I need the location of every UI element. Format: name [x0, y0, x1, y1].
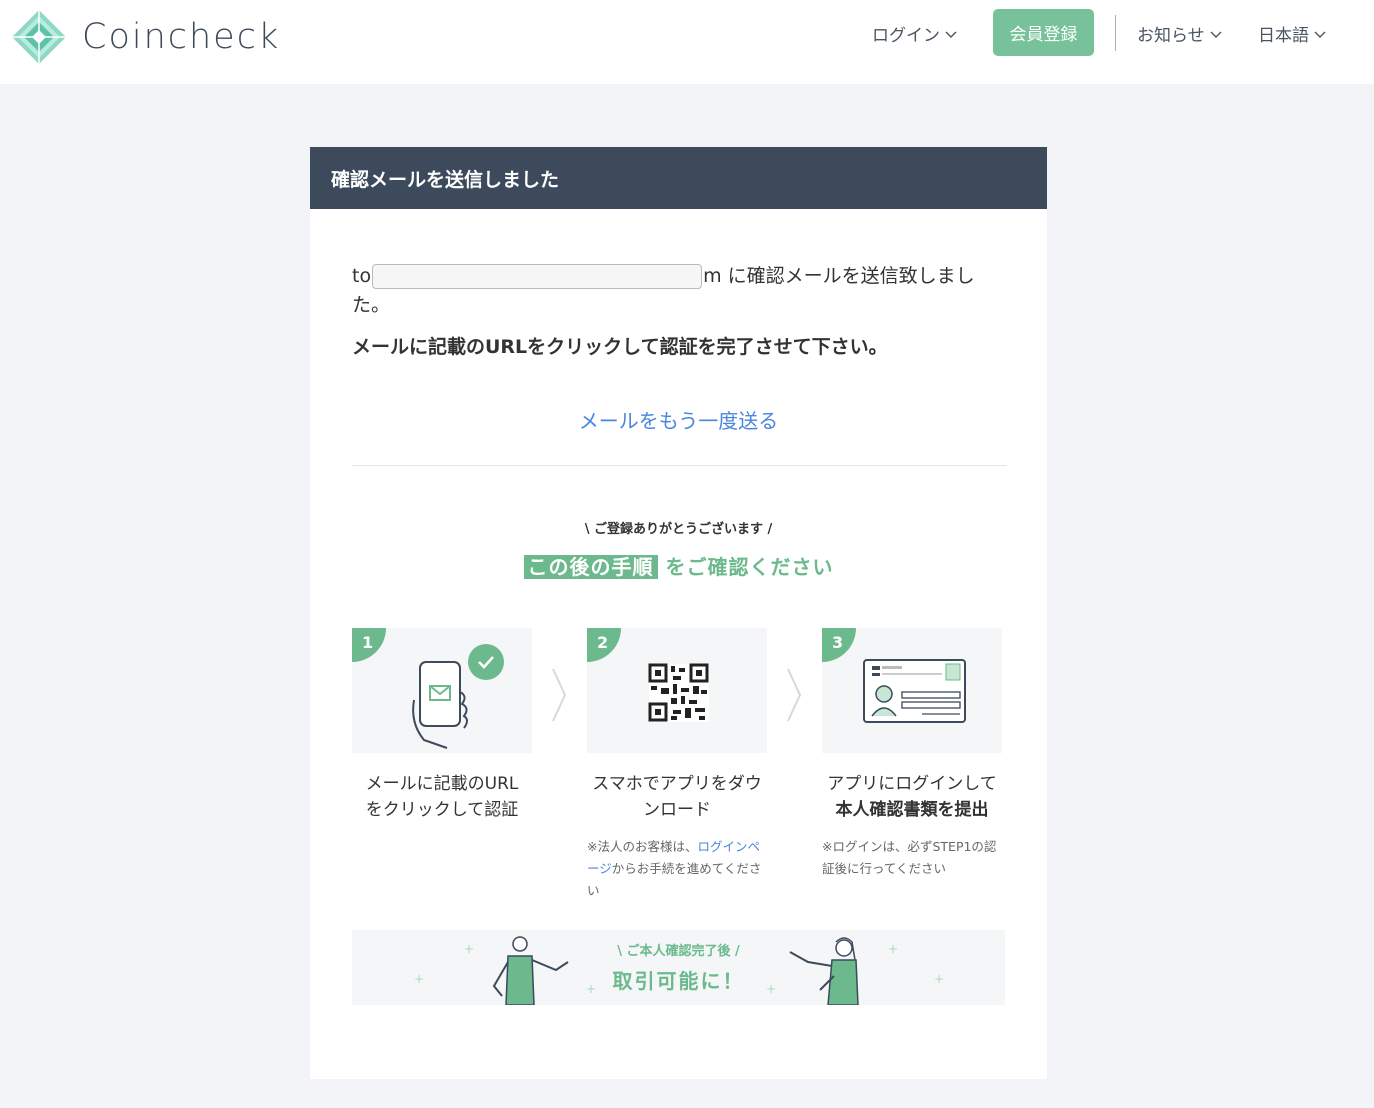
next-steps-highlight: この後の手順 — [523, 555, 658, 579]
nav-news[interactable]: お知らせ — [1137, 21, 1223, 46]
chevron-down-icon — [1314, 31, 1326, 38]
chevron-right-icon — [552, 668, 567, 722]
step-1-title: メールに記載のURL をクリックして認証 — [352, 771, 532, 823]
step-3-title: アプリにログインして 本人確認書類を提出 — [822, 771, 1002, 823]
register-button[interactable]: 会員登録 — [993, 9, 1094, 56]
banner-main: 取引可能に！ — [612, 969, 745, 993]
confirmation-card: 確認メールを送信しました to m に確認メールを送信致しました。 メールに記載の… — [310, 147, 1047, 1079]
nav-language-label: 日本語 — [1258, 26, 1309, 46]
step-3-illustration: 3 — [822, 628, 1002, 753]
divider — [352, 465, 1007, 466]
resend-email-link[interactable]: メールをもう一度送る — [310, 405, 1047, 434]
verification-banner: + + + + + + \ ご本人確認完了後 / 取引可能に！ — [352, 930, 1005, 1005]
email-prefix: to — [352, 265, 372, 287]
card-title: 確認メールを送信しました — [310, 147, 1047, 209]
banner-subtitle: \ ご本人確認完了後 / — [617, 944, 740, 959]
step-2-note-prefix: ※法人のお客様は、 — [587, 839, 698, 854]
step-3-title-line2: 本人確認書類を提出 — [835, 800, 989, 820]
step-2-note-suffix: からお手続を進めてください — [587, 861, 762, 898]
next-steps-heading: この後の手順 をご確認ください — [310, 551, 1047, 580]
logo[interactable]: Coincheck — [10, 8, 280, 66]
step-1-title-line2: をクリックして認証 — [365, 800, 519, 820]
step-3-note: ※ログインは、必ずSTEP1の認証後に行ってください — [822, 839, 997, 876]
woman-pointing-illustration — [789, 937, 859, 1005]
masked-email — [372, 264, 703, 289]
chevron-down-icon — [1210, 31, 1222, 38]
coincheck-logo-icon — [12, 10, 66, 64]
instruction-text: メールに記載のURLをクリックして認証を完了させて下さい。 — [352, 336, 888, 358]
nav-news-label: お知らせ — [1137, 26, 1205, 46]
next-steps-rest: をご確認ください — [665, 555, 834, 579]
step-1-title-line1: メールに記載のURL — [365, 774, 519, 794]
nav-login-label: ログイン — [872, 26, 940, 46]
chevron-right-icon — [787, 668, 802, 722]
step-1-illustration: 1 — [352, 628, 532, 753]
step-2-title: スマホでアプリをダウンロード — [592, 774, 762, 820]
email-suffix: m — [703, 265, 722, 287]
site-header: Coincheck ログイン 会員登録 お知らせ 日本語 — [0, 0, 1374, 84]
brand-name: Coincheck — [82, 17, 281, 57]
nav-login[interactable]: ログイン — [872, 21, 958, 46]
chevron-down-icon — [945, 31, 957, 38]
sent-message: to m に確認メールを送信致しました。 — [352, 262, 1007, 320]
step-3-title-line1: アプリにログインして — [827, 774, 997, 794]
thanks-text: \ ご登録ありがとうございます / — [584, 522, 773, 537]
nav-divider — [1115, 15, 1116, 51]
step-2-note: ※法人のお客様は、ログインページからお手続を進めてください — [587, 836, 772, 902]
nav-language[interactable]: 日本語 — [1258, 21, 1327, 46]
step-2-illustration: 2 — [587, 628, 767, 753]
